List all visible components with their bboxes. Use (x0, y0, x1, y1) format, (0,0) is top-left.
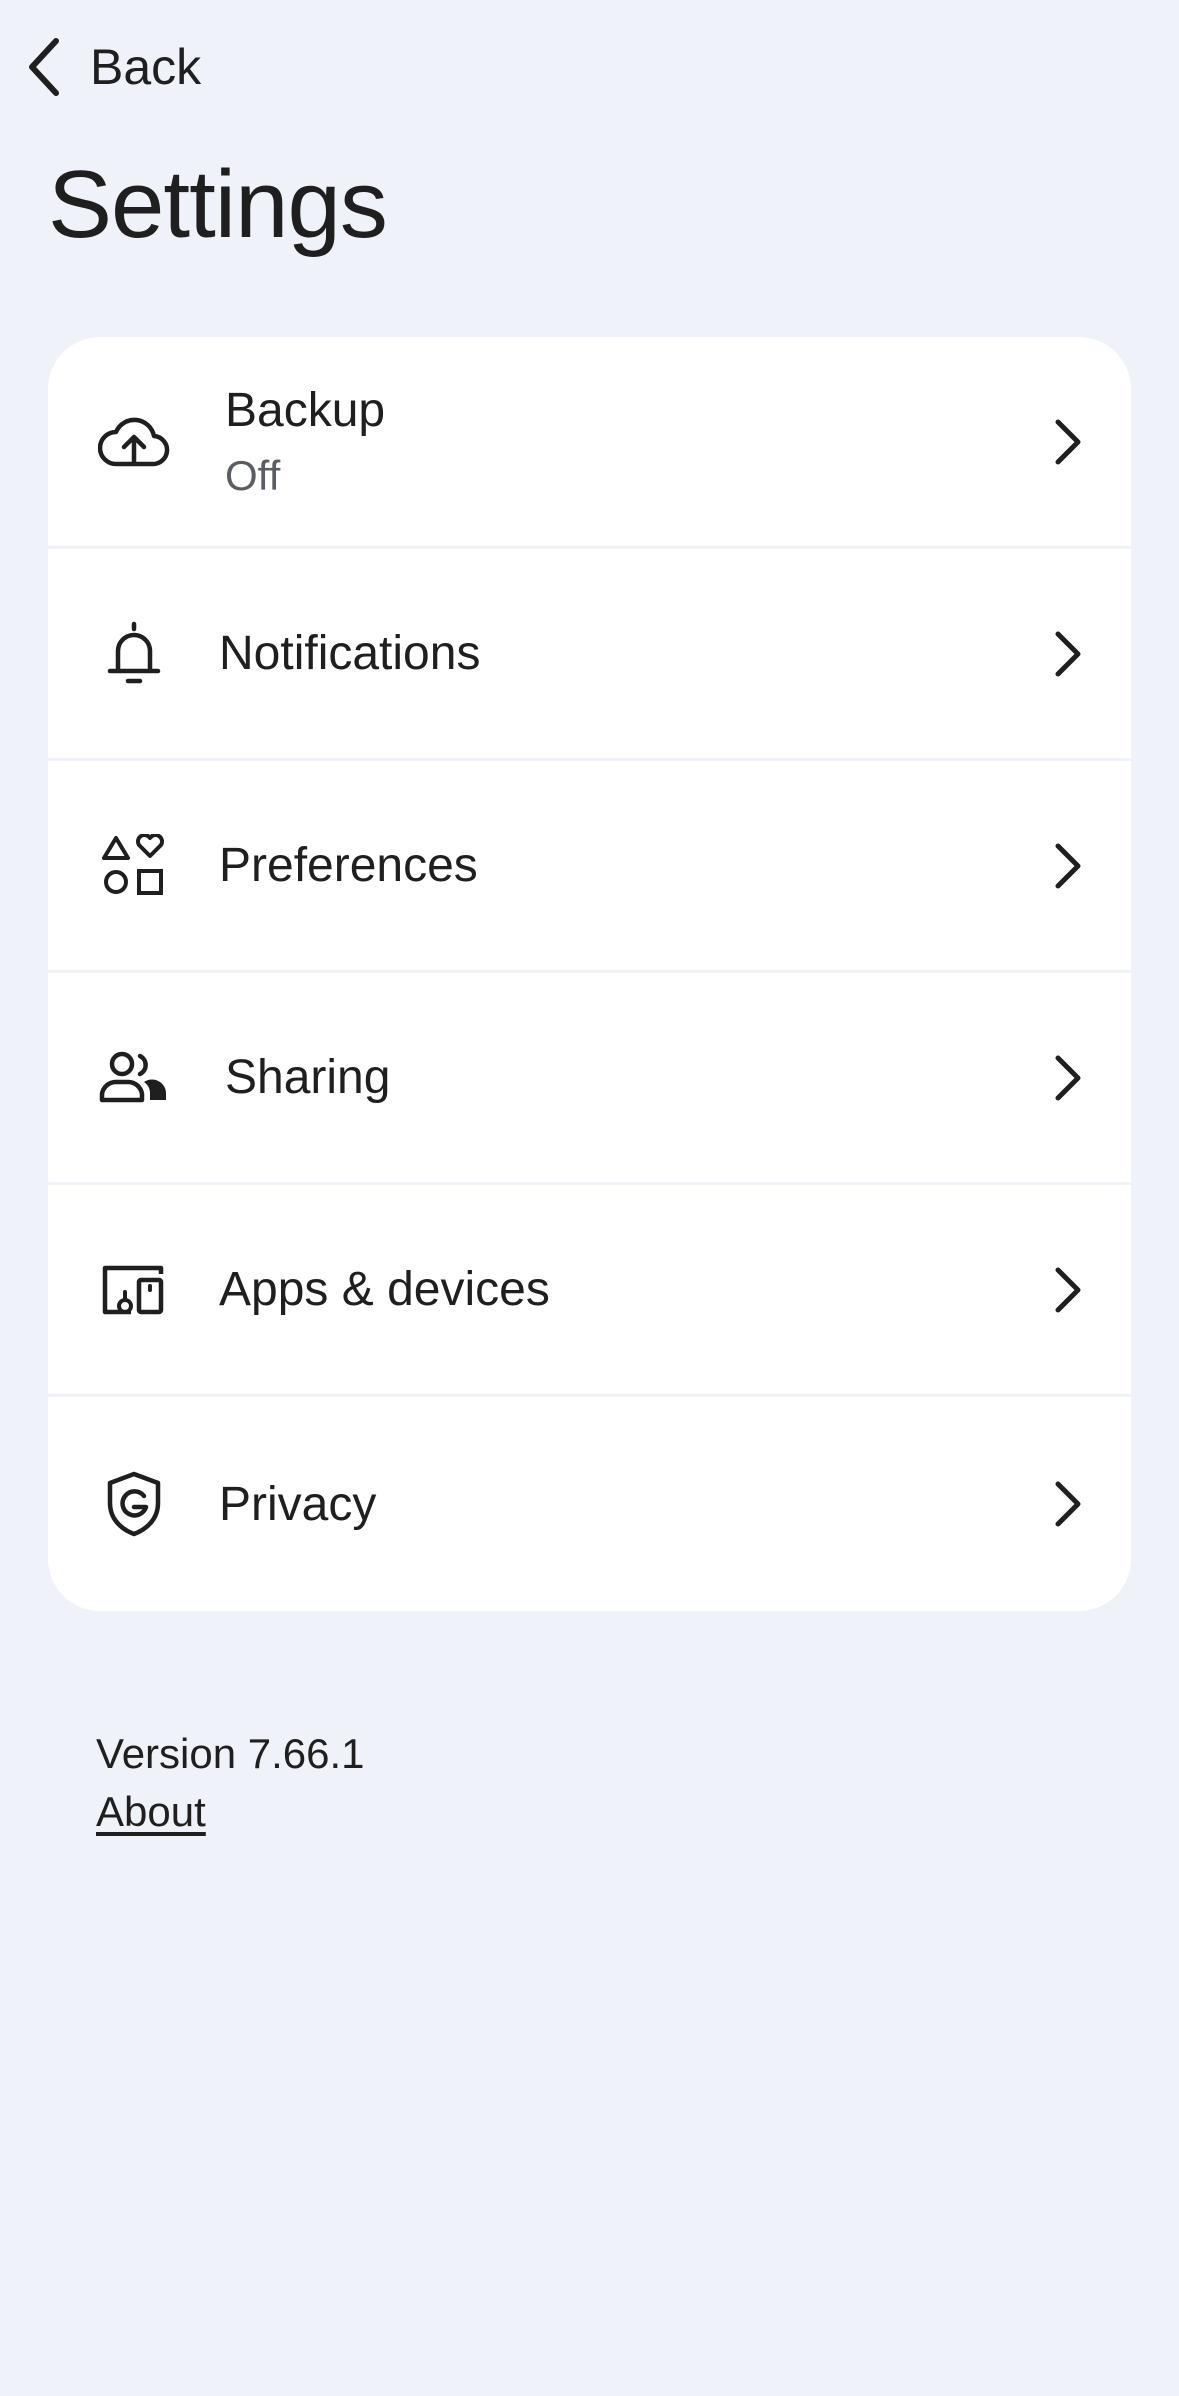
chevron-right-icon (1047, 836, 1087, 896)
chevron-left-icon (22, 37, 66, 97)
settings-item-apps-devices[interactable]: Apps & devices (48, 1185, 1131, 1397)
settings-item-label: Backup (225, 384, 386, 437)
cloud-upload-icon (96, 404, 172, 480)
settings-list: Backup Off Notifications Preferences Sha… (48, 337, 1131, 1611)
back-button[interactable]: Back (22, 32, 201, 102)
chevron-right-icon (1047, 624, 1087, 684)
shield-g-icon (96, 1466, 172, 1542)
shapes-icon (96, 828, 172, 904)
settings-item-label: Apps & devices (219, 1263, 550, 1316)
settings-item-label: Privacy (219, 1477, 377, 1531)
settings-item-notifications[interactable]: Notifications (48, 549, 1131, 761)
settings-item-label: Sharing (225, 1051, 391, 1104)
settings-item-privacy[interactable]: Privacy (48, 1397, 1131, 1611)
settings-item-backup[interactable]: Backup Off (48, 337, 1131, 549)
chevron-right-icon (1047, 412, 1087, 472)
bell-icon (96, 616, 172, 692)
chevron-right-icon (1047, 1474, 1087, 1534)
chevron-right-icon (1047, 1260, 1087, 1320)
settings-item-sharing[interactable]: Sharing (48, 973, 1131, 1185)
footer: Version 7.66.1 About (96, 1730, 365, 1836)
settings-item-label: Notifications (219, 627, 481, 680)
settings-item-label: Preferences (219, 839, 478, 892)
settings-item-preferences[interactable]: Preferences (48, 761, 1131, 973)
people-icon (96, 1040, 172, 1116)
chevron-right-icon (1047, 1048, 1087, 1108)
page-title: Settings (48, 151, 388, 258)
devices-icon (96, 1252, 172, 1328)
back-label: Back (90, 39, 202, 95)
settings-item-subtitle: Off (225, 452, 281, 499)
version-text: Version 7.66.1 (96, 1730, 365, 1777)
about-link[interactable]: About (96, 1788, 365, 1836)
